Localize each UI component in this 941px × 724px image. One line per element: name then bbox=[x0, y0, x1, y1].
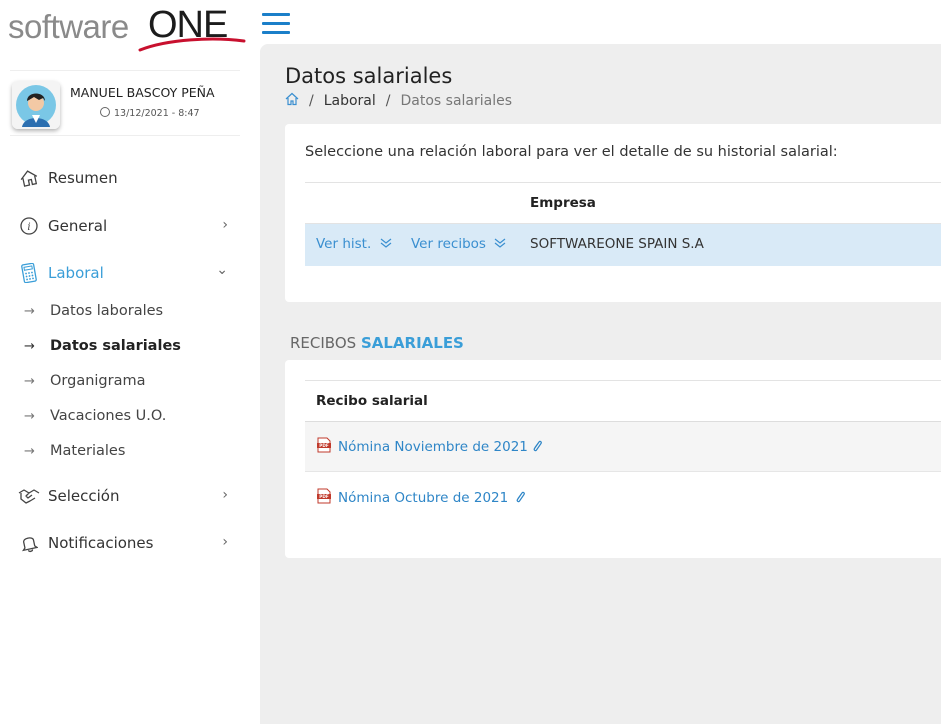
svg-text:PDF: PDF bbox=[319, 494, 329, 499]
arrow-right-icon: → bbox=[24, 408, 35, 424]
user-name: MANUEL BASCOY PEÑA bbox=[70, 85, 215, 100]
menu-toggle-button[interactable] bbox=[262, 13, 290, 37]
clock-icon bbox=[100, 107, 110, 117]
relations-intro: Seleccione una relación laboral para ver… bbox=[305, 144, 838, 160]
sidebar-subitem-datos-laborales[interactable]: → Datos laborales bbox=[24, 300, 224, 322]
sidebar-item-label: Notificaciones bbox=[48, 534, 154, 552]
arrow-right-icon: → bbox=[24, 338, 35, 354]
pdf-icon: PDF bbox=[317, 437, 331, 453]
receipts-table-header: Recibo salarial bbox=[305, 380, 941, 422]
last-access: 13/12/2021 - 8:47 bbox=[100, 107, 200, 119]
receipts-card: Recibo salarial PDF Nómina Noviembre de … bbox=[285, 360, 941, 558]
receipt-link[interactable]: Nómina Noviembre de 2021 bbox=[338, 439, 528, 455]
double-chevron-down-icon bbox=[380, 238, 391, 248]
chevron-down-icon: ⌄ bbox=[216, 262, 228, 278]
handshake-icon bbox=[18, 486, 40, 506]
sidebar: MANUEL BASCOY PEÑA 13/12/2021 - 8:47 Res… bbox=[0, 60, 260, 724]
avatar[interactable] bbox=[12, 81, 60, 129]
breadcrumb-separator: / bbox=[385, 93, 391, 109]
last-access-time: 13/12/2021 - 8:47 bbox=[114, 108, 200, 119]
sidebar-item-seleccion[interactable]: Selección › bbox=[18, 484, 228, 508]
paperclip-icon[interactable] bbox=[514, 490, 526, 504]
arrow-right-icon: → bbox=[24, 373, 35, 389]
svg-text:PDF: PDF bbox=[319, 443, 329, 448]
ver-recibos-label: Ver recibos bbox=[411, 236, 486, 252]
ver-historial-link[interactable]: Ver hist. bbox=[316, 236, 393, 252]
svg-text:i: i bbox=[27, 222, 30, 233]
sidebar-subitem-label: Organigrama bbox=[50, 373, 146, 389]
sidebar-subitem-datos-salariales[interactable]: → Datos salariales bbox=[24, 335, 224, 357]
table-row[interactable]: Ver hist. Ver recibos SOFTWAREONE SPAIN … bbox=[305, 224, 941, 266]
paperclip-icon[interactable] bbox=[531, 439, 543, 453]
logo-swoosh-icon bbox=[138, 37, 246, 52]
breadcrumb-separator: / bbox=[309, 93, 314, 109]
sidebar-item-label: Laboral bbox=[48, 264, 104, 282]
chevron-right-icon: › bbox=[222, 534, 228, 550]
column-header-recibo: Recibo salarial bbox=[316, 393, 428, 409]
pdf-icon: PDF bbox=[317, 488, 331, 504]
relations-card: Seleccione una relación laboral para ver… bbox=[285, 124, 941, 302]
breadcrumb-current: Datos salariales bbox=[400, 93, 513, 109]
double-chevron-down-icon bbox=[494, 238, 506, 248]
house-icon bbox=[18, 168, 40, 188]
ver-recibos-link[interactable]: Ver recibos bbox=[411, 236, 507, 252]
breadcrumb: / Laboral / Datos salariales bbox=[285, 92, 512, 110]
column-header-empresa: Empresa bbox=[530, 195, 596, 211]
section-title-prefix: RECIBOS bbox=[290, 334, 357, 352]
sidebar-subitem-label: Vacaciones U.O. bbox=[50, 408, 167, 424]
sidebar-subitem-vacaciones[interactable]: → Vacaciones U.O. bbox=[24, 405, 224, 427]
sidebar-subitem-label: Datos salariales bbox=[50, 338, 181, 354]
chevron-right-icon: › bbox=[222, 217, 228, 233]
sidebar-item-label: Resumen bbox=[48, 169, 118, 187]
section-title: RECIBOS SALARIALES bbox=[290, 334, 464, 352]
sidebar-item-general[interactable]: i General › bbox=[18, 214, 228, 238]
sidebar-item-notificaciones[interactable]: Notificaciones › bbox=[18, 531, 228, 555]
arrow-right-icon: → bbox=[24, 443, 35, 459]
sidebar-subitem-organigrama[interactable]: → Organigrama bbox=[24, 370, 224, 392]
brand-logo[interactable]: software ONE bbox=[8, 4, 246, 52]
home-icon[interactable] bbox=[285, 92, 299, 110]
calculator-icon bbox=[18, 263, 40, 283]
table-row: PDF Nómina Octubre de 2021 bbox=[305, 473, 941, 523]
page-title: Datos salariales bbox=[285, 64, 453, 88]
sidebar-subitem-materiales[interactable]: → Materiales bbox=[24, 440, 224, 462]
breadcrumb-laboral[interactable]: Laboral bbox=[324, 93, 376, 109]
arrow-right-icon: → bbox=[24, 303, 35, 319]
sidebar-item-resumen[interactable]: Resumen bbox=[18, 166, 228, 190]
bell-icon bbox=[18, 533, 40, 553]
sidebar-item-label: General bbox=[48, 217, 108, 235]
receipt-link[interactable]: Nómina Octubre de 2021 bbox=[338, 490, 508, 506]
sidebar-item-laboral[interactable]: Laboral ⌄ bbox=[18, 261, 228, 285]
relations-table-header: Empresa bbox=[305, 182, 941, 224]
sidebar-item-label: Selección bbox=[48, 487, 120, 505]
ver-historial-label: Ver hist. bbox=[316, 236, 372, 252]
chevron-right-icon: › bbox=[222, 487, 228, 503]
sidebar-subitem-label: Datos laborales bbox=[50, 303, 164, 319]
company-name: SOFTWAREONE SPAIN S.A bbox=[530, 236, 704, 252]
info-icon: i bbox=[18, 216, 40, 236]
sidebar-subitem-label: Materiales bbox=[50, 443, 126, 459]
table-row: PDF Nómina Noviembre de 2021 bbox=[305, 422, 941, 472]
user-profile: MANUEL BASCOY PEÑA 13/12/2021 - 8:47 bbox=[10, 70, 240, 136]
section-title-accent: SALARIALES bbox=[360, 334, 464, 352]
logo-software-text: software bbox=[8, 8, 129, 45]
avatar-icon bbox=[12, 81, 60, 129]
main-content: Datos salariales / Laboral / Datos salar… bbox=[260, 44, 941, 724]
